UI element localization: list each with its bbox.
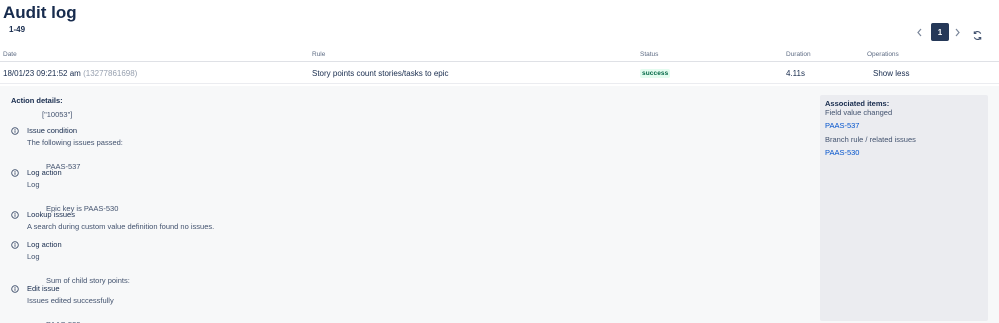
associated-group-label: Field value changed [825, 108, 893, 117]
component-message: Log [27, 252, 40, 261]
component-message: The following issues passed: [27, 138, 123, 147]
component-title: Log action [27, 240, 62, 249]
row-rule: Story points count stories/tasks to epic [312, 69, 449, 78]
row-duration: 4.11s [786, 69, 805, 78]
show-less-button[interactable]: Show less [873, 69, 909, 78]
associated-items-title: Associated items: [825, 99, 890, 108]
component-title: Log action [27, 168, 62, 177]
status-badge: success [640, 69, 671, 78]
row-date-value: 18/01/23 09:21:52 am [3, 69, 81, 78]
refresh-icon[interactable] [970, 28, 984, 42]
component-message: Issues edited successfully [27, 296, 114, 305]
row-execution-id: (13277861698) [83, 69, 138, 78]
column-header-operations: Operations [867, 51, 899, 58]
component-message: A search during custom value definition … [27, 222, 215, 231]
page-button-current[interactable]: 1 [931, 23, 949, 41]
column-header-date: Date [3, 51, 17, 58]
page-title: Audit log [3, 3, 77, 22]
info-icon [11, 241, 19, 249]
issue-link[interactable]: PAAS-537 [825, 121, 859, 130]
issue-link[interactable]: PAAS-530 [825, 148, 859, 157]
action-details-label: Action details: [11, 96, 63, 105]
header-divider [0, 61, 999, 62]
component-message: Log [27, 180, 40, 189]
component-title: Issue condition [27, 126, 78, 135]
result-range: 1-49 [9, 25, 26, 34]
info-icon [11, 169, 19, 177]
component-title: Lookup issues [27, 210, 75, 219]
info-icon [11, 211, 19, 219]
chevron-right-icon[interactable] [950, 24, 964, 40]
chevron-left-icon[interactable] [912, 24, 926, 40]
row-date: 18/01/23 09:21:52 am (13277861698) [3, 69, 137, 78]
info-icon [11, 127, 19, 135]
info-icon [11, 285, 19, 293]
action-details-value: ["10053"] [42, 110, 73, 119]
associated-items-panel: Associated items: Field value changed PA… [820, 95, 988, 321]
column-header-duration: Duration [786, 51, 811, 58]
column-header-status: Status [640, 51, 659, 58]
row-divider [0, 83, 999, 84]
component-title: Edit issue [27, 284, 60, 293]
column-header-rule: Rule [312, 51, 326, 58]
associated-group-label: Branch rule / related issues [825, 135, 916, 144]
